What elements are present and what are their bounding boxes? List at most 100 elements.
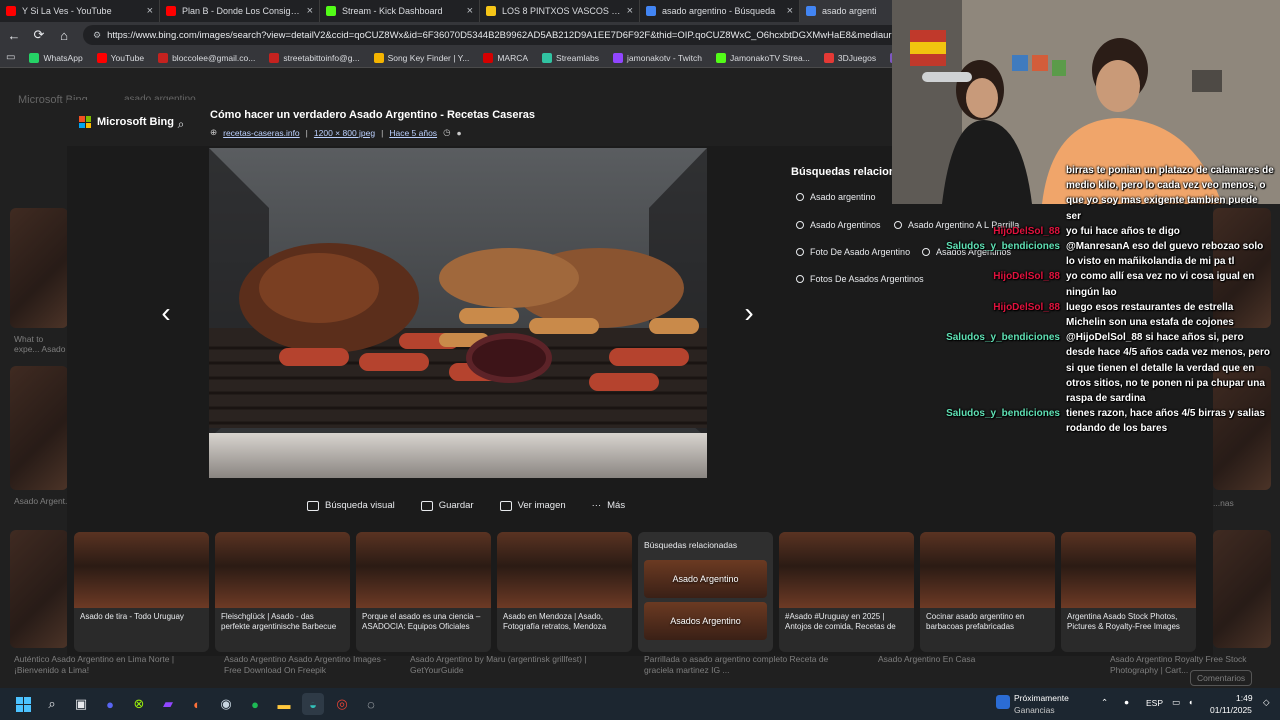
bg-caption: Asado Argentino Asado Argentino Images -…	[224, 654, 387, 675]
home-icon[interactable]: ⌂	[53, 24, 75, 46]
notifications-icon[interactable]: ◇	[1263, 697, 1270, 708]
close-tab-icon[interactable]: ×	[787, 5, 793, 17]
related-search-tile[interactable]: Asados Argentino	[644, 602, 767, 640]
bookmark-favicon-icon	[96, 52, 107, 63]
chat-text: birras te ponian un platazo de calamares…	[1066, 165, 1274, 222]
browser-tab[interactable]: Y Si La Ves - YouTube ×	[0, 0, 160, 22]
bookmark-favicon-icon	[542, 52, 553, 63]
related-image-card[interactable]: Porque el asado es una ciencia – ASADOCI…	[356, 532, 491, 652]
bookmark-item[interactable]: WhatsApp	[29, 52, 83, 63]
related-image-card[interactable]: Fleischglück | Asado - das perfekte arge…	[215, 532, 350, 652]
task-view-icon[interactable]: ▣	[70, 693, 92, 715]
close-tab-icon[interactable]: ×	[147, 5, 153, 17]
search-icon[interactable]: ⌕	[171, 114, 191, 134]
related-image-card[interactable]: #Asado #Uruguay en 2025 | Antojos de com…	[779, 532, 914, 652]
bookmark-item[interactable]: YouTube	[96, 52, 144, 63]
weather-widget-icon[interactable]	[996, 695, 1010, 709]
bookmark-item[interactable]: jamonakotv - Twitch	[613, 52, 702, 63]
source-link[interactable]: recetas-caseras.info	[223, 128, 300, 138]
chat-text: @ManresanA eso del guevo rebozao solo lo…	[1066, 241, 1264, 268]
image-age-link[interactable]: Hace 5 años	[389, 128, 437, 138]
chat-username: Saludos_y_bendiciones	[946, 332, 1060, 344]
related-search-chip[interactable]: Asado argentino	[796, 192, 876, 202]
tray-overflow-chevron-icon[interactable]: ⌃	[1101, 697, 1108, 708]
visual-search-button[interactable]: Búsqueda visual	[307, 500, 395, 511]
bg-caption: Parrillada o asado argentino completo Re…	[644, 654, 829, 675]
microphone-icon[interactable]: ●	[1124, 697, 1129, 707]
bg-thumbnail[interactable]	[10, 530, 68, 648]
bookmark-label: MARCA	[497, 52, 529, 63]
address-bar[interactable]: ⚙ https://www.bing.com/images/search?vie…	[83, 25, 903, 45]
clock-date[interactable]: 01/11/2025	[1210, 705, 1252, 715]
browser-tab[interactable]: LOS 8 PINTXOS VASCOS MÁS PO ×	[480, 0, 640, 22]
bookmark-item[interactable]: 3DJuegos	[823, 52, 876, 63]
related-search-chip[interactable]: Asado Argentinos	[796, 220, 881, 230]
file-explorer-icon[interactable]: ▬	[273, 693, 295, 715]
previous-image-chevron-icon[interactable]: ‹	[153, 296, 179, 330]
close-tab-icon[interactable]: ×	[467, 5, 473, 17]
info-icon[interactable]: ●	[456, 128, 461, 138]
image-title[interactable]: Cómo hacer un verdadero Asado Argentino …	[210, 109, 535, 121]
grilled-meat-photo	[209, 148, 707, 478]
bg-thumbnail[interactable]	[10, 366, 68, 490]
bg-caption: Auténtico Asado Argentino en Lima Norte …	[14, 654, 175, 675]
browser-tab[interactable]: Stream - Kick Dashboard ×	[320, 0, 480, 22]
xbox-icon[interactable]: ⊗	[128, 693, 150, 715]
tab-title: Stream - Kick Dashboard	[342, 6, 443, 16]
related-image-thumbnail	[497, 532, 632, 608]
bing-logo[interactable]: Microsoft Bing	[79, 116, 174, 128]
bookmark-favicon-icon	[716, 52, 726, 63]
save-button[interactable]: Guardar	[420, 500, 474, 511]
network-icon[interactable]: ▭	[1172, 697, 1180, 708]
related-search-tile[interactable]: Asado Argentino	[644, 560, 767, 598]
bg-thumbnail[interactable]	[10, 208, 68, 328]
steam-icon[interactable]: ◉	[215, 693, 237, 715]
related-image-card[interactable]: Asado en Mendoza | Asado, Fotografía ret…	[497, 532, 632, 652]
bg-caption: Asado Argentino by Maru (argentinsk gril…	[410, 654, 587, 675]
close-tab-icon[interactable]: ×	[627, 5, 633, 17]
tab-title: Y Si La Ves - YouTube	[22, 6, 112, 16]
edge-icon[interactable]: ◒	[302, 693, 324, 715]
keyboard-language[interactable]: ESP	[1146, 698, 1163, 708]
bookmarks-menu-icon[interactable]: ▭	[6, 52, 15, 63]
related-search-chip[interactable]: Fotos De Asados Argentinos	[796, 274, 924, 284]
bookmark-item[interactable]: JamonakoTV Strea...	[716, 52, 810, 63]
more-button[interactable]: ··· Más	[592, 500, 625, 511]
bookmark-item[interactable]: Song Key Finder | Y...	[373, 52, 469, 63]
bookmark-item[interactable]: Streamlabs	[542, 52, 599, 63]
back-icon[interactable]: ←	[3, 24, 25, 46]
bookmark-favicon-icon	[483, 52, 494, 63]
site-info-icon[interactable]: ⚙	[93, 30, 101, 41]
clock-time[interactable]: 1:49	[1236, 693, 1253, 703]
firefox-icon[interactable]: ◐	[186, 693, 208, 715]
bookmark-item[interactable]: streetabittoinfo@g...	[269, 52, 360, 63]
discord-icon[interactable]: ●	[99, 693, 121, 715]
spotify-icon[interactable]: ●	[244, 693, 266, 715]
browser-tab[interactable]: asado argentino - Búsqueda ×	[640, 0, 800, 22]
related-image-card[interactable]: Asado de tira - Todo Uruguay	[74, 532, 209, 652]
main-image[interactable]	[209, 148, 707, 478]
weather-widget-title[interactable]: Próximamente	[1014, 693, 1069, 703]
bg-thumbnail[interactable]	[1213, 530, 1271, 648]
windows-start-icon[interactable]	[12, 693, 34, 715]
close-tab-icon[interactable]: ×	[307, 5, 313, 17]
bookmark-item[interactable]: bloccolee@gmail.co...	[158, 52, 255, 63]
chat-text: yo fui hace años te digo	[1066, 225, 1180, 237]
next-image-chevron-icon[interactable]: ›	[736, 296, 762, 330]
related-image-card[interactable]: Argentina Asado Stock Photos, Pictures &…	[1061, 532, 1196, 652]
chrome-icon[interactable]: ◎	[331, 693, 353, 715]
feedback-button[interactable]: Comentarios	[1190, 670, 1253, 686]
bookmark-favicon-icon	[613, 52, 624, 63]
obs-icon[interactable]: ◌	[360, 693, 382, 715]
search-icon[interactable]: ⌕	[41, 693, 63, 715]
reload-icon[interactable]: ⟳	[28, 24, 50, 46]
volume-icon[interactable]: ◖	[1188, 697, 1193, 707]
image-size-link[interactable]: 1200 × 800 jpeg	[314, 128, 375, 138]
browser-tab[interactable]: Plan B - Donde Los Consigo? ft. V ×	[160, 0, 320, 22]
bookmark-item[interactable]: MARCA	[483, 52, 529, 63]
twitch-icon[interactable]: ▰	[157, 693, 179, 715]
related-search-chip[interactable]: Foto De Asado Argentino	[796, 247, 910, 257]
view-image-button[interactable]: Ver imagen	[499, 500, 566, 511]
bookmark-favicon-icon	[823, 52, 834, 63]
related-image-card[interactable]: Cocinar asado argentino en barbacoas pre…	[920, 532, 1055, 652]
